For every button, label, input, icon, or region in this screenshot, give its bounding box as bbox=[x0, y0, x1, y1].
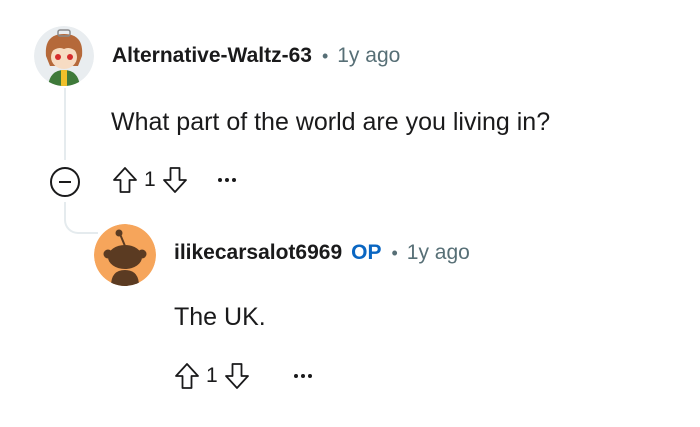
separator-dot: • bbox=[391, 243, 398, 263]
more-options-button[interactable] bbox=[217, 163, 239, 197]
avatar[interactable] bbox=[94, 224, 156, 286]
upvote-button[interactable] bbox=[108, 163, 142, 197]
comment-action-bar: 1 bbox=[170, 359, 315, 393]
reply-thread-connector bbox=[64, 202, 98, 234]
upvote-icon bbox=[175, 363, 199, 389]
more-dot bbox=[231, 178, 236, 182]
more-dot bbox=[224, 178, 229, 182]
separator-dot: • bbox=[321, 46, 329, 66]
downvote-button[interactable] bbox=[158, 163, 192, 197]
comment-action-bar: 1 bbox=[108, 163, 239, 197]
collapse-thread-button[interactable] bbox=[50, 167, 80, 197]
anime-avatar-icon bbox=[34, 26, 94, 86]
comment-header: Alternative-Waltz-63 • 1y ago bbox=[112, 44, 400, 68]
upvote-icon bbox=[113, 167, 137, 193]
author-username[interactable]: ilikecarsalot6969 bbox=[174, 241, 342, 265]
downvote-icon bbox=[162, 167, 187, 193]
upvote-button[interactable] bbox=[170, 359, 204, 393]
timestamp[interactable]: 1y ago bbox=[337, 44, 400, 68]
downvote-button[interactable] bbox=[220, 359, 254, 393]
op-badge: OP bbox=[351, 241, 382, 264]
more-dot bbox=[217, 178, 222, 182]
author-username[interactable]: Alternative-Waltz-63 bbox=[112, 44, 312, 68]
vote-score: 1 bbox=[206, 364, 218, 387]
timestamp[interactable]: 1y ago bbox=[407, 241, 470, 265]
vote-score: 1 bbox=[144, 168, 156, 191]
more-dot bbox=[307, 374, 312, 378]
comment-header: ilikecarsalot6969 OP • 1y ago bbox=[174, 241, 470, 265]
avatar[interactable] bbox=[34, 26, 94, 86]
more-options-button[interactable] bbox=[293, 359, 315, 393]
snoo-avatar-icon bbox=[94, 224, 156, 286]
thread-line bbox=[64, 88, 66, 160]
more-dot bbox=[300, 374, 305, 378]
downvote-icon bbox=[224, 363, 249, 389]
more-dot bbox=[293, 374, 298, 378]
comment-body: What part of the world are you living in… bbox=[111, 108, 551, 136]
comment-body: The UK. bbox=[174, 303, 266, 331]
